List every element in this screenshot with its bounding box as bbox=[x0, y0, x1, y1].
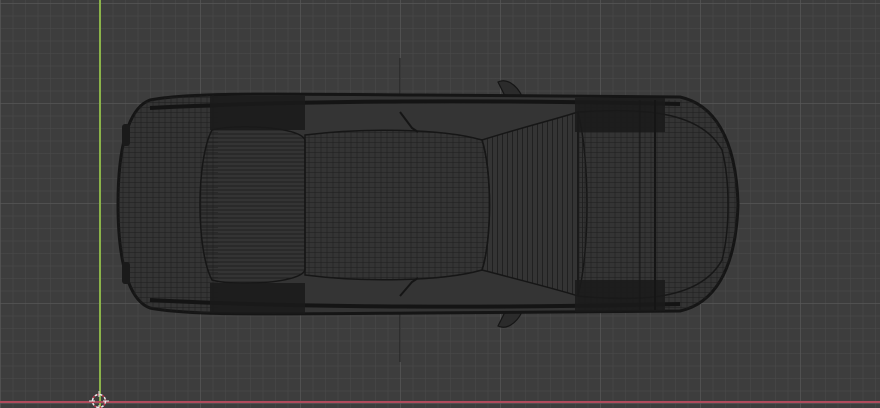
rear-window[interactable] bbox=[199, 126, 306, 284]
3d-viewport[interactable] bbox=[0, 0, 880, 408]
car-wireframe[interactable] bbox=[0, 0, 880, 408]
front-right-wheel[interactable] bbox=[575, 280, 665, 314]
windshield[interactable] bbox=[481, 111, 588, 297]
rear-bumper-tab-top bbox=[122, 124, 130, 146]
front-left-wheel[interactable] bbox=[575, 98, 665, 132]
rear-right-wheel[interactable] bbox=[210, 283, 305, 317]
rear-bumper-tab-bottom bbox=[122, 262, 130, 284]
rear-left-wheel[interactable] bbox=[210, 96, 305, 130]
3d-cursor-icon[interactable] bbox=[89, 391, 109, 408]
roof[interactable] bbox=[304, 129, 491, 281]
